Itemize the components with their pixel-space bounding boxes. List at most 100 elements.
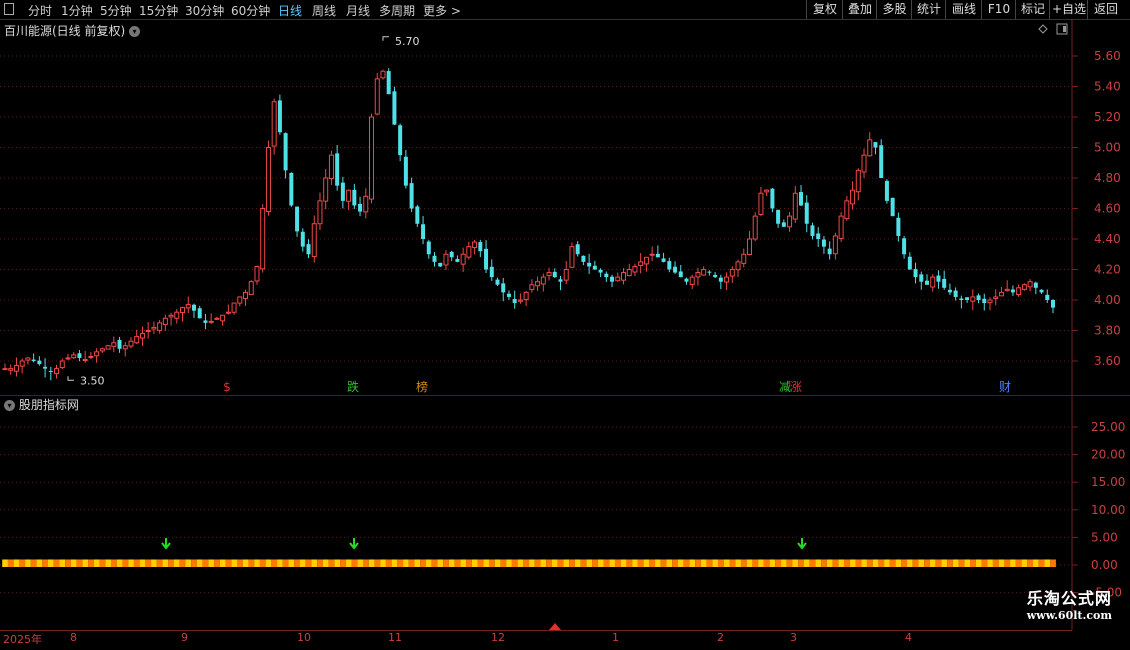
candle-body xyxy=(19,360,25,367)
candle-body xyxy=(982,298,987,304)
candle-body xyxy=(581,255,586,262)
indicator-tick-label: -5.00 xyxy=(1091,586,1122,600)
indicator-bar xyxy=(912,559,919,567)
event-marker[interactable]: 财 xyxy=(999,380,1011,394)
candle-body xyxy=(323,177,329,202)
tab-60min[interactable]: 60分钟 xyxy=(231,2,270,19)
indicator-bar xyxy=(1044,559,1051,567)
candle-body xyxy=(82,358,88,362)
candle-body xyxy=(271,101,277,147)
candle-body xyxy=(1016,287,1022,296)
multi-stock-button[interactable]: 多股 xyxy=(876,0,912,19)
indicator-bar xyxy=(351,559,358,567)
candle-body xyxy=(306,244,311,255)
tab-5min[interactable]: 5分钟 xyxy=(100,2,132,19)
indicator-bar xyxy=(13,559,20,567)
candle-body xyxy=(844,200,850,220)
indicator-bar xyxy=(19,559,26,567)
candle-body xyxy=(1033,282,1038,288)
indicator-bar xyxy=(700,559,707,567)
candle-body xyxy=(191,304,196,311)
candle-body xyxy=(369,116,375,200)
candle-body xyxy=(489,266,494,278)
tab-fenshi[interactable]: 分时 xyxy=(28,2,52,19)
candle-body xyxy=(512,299,517,304)
tab-30min[interactable]: 30分钟 xyxy=(185,2,224,19)
indicator-bar xyxy=(454,559,461,567)
candle-body xyxy=(426,241,431,255)
candle-body xyxy=(54,368,60,375)
candle-body xyxy=(265,147,271,212)
draw-line-button[interactable]: 画线 xyxy=(945,0,982,19)
candle-body xyxy=(289,172,294,206)
indicator-bar xyxy=(196,559,203,567)
indicator-bar xyxy=(59,559,66,567)
adjust-button[interactable]: 复权 xyxy=(806,0,843,19)
candle-body xyxy=(620,272,626,281)
indicator-bar xyxy=(477,559,484,567)
indicator-bar xyxy=(460,559,467,567)
indicator-bar xyxy=(1021,559,1028,567)
candlestick-chart[interactable]: 5.60 5.40 5.20 5.00 4.80 4.60 4.40 4.20 4.00 3.80… xyxy=(0,19,1130,395)
indicator-bar xyxy=(488,559,495,567)
indicator-bar xyxy=(116,559,123,567)
tab-more[interactable]: 更多 > xyxy=(423,2,461,19)
event-marker[interactable]: 榜 xyxy=(416,379,428,394)
candle-body xyxy=(587,262,592,267)
candle-body xyxy=(735,261,741,271)
indicator-bar xyxy=(202,559,209,567)
candle-body xyxy=(667,261,672,270)
indicator-bar xyxy=(683,559,690,567)
candle-body xyxy=(455,258,460,262)
date-label: 10 xyxy=(297,631,311,644)
candle-body xyxy=(689,276,695,285)
indicator-bars xyxy=(2,559,1056,567)
tab-multi-period[interactable]: 多周期 xyxy=(379,2,415,19)
indicator-bar xyxy=(236,559,243,567)
diamond-icon[interactable] xyxy=(1038,24,1048,34)
indicator-bar xyxy=(689,559,696,567)
candle-body xyxy=(615,276,621,282)
indicator-bar xyxy=(844,559,850,567)
f10-button[interactable]: F10 xyxy=(981,0,1016,19)
down-arrow-icon xyxy=(797,538,807,550)
candle-body xyxy=(902,238,907,255)
candle-body xyxy=(43,366,48,369)
menu-icon[interactable] xyxy=(4,3,14,15)
overlay-button[interactable]: 叠加 xyxy=(842,0,877,19)
indicator-bar xyxy=(655,559,661,567)
candle-body xyxy=(409,183,414,209)
add-watchlist-button[interactable]: +自选 xyxy=(1049,0,1088,19)
tab-15min[interactable]: 15分钟 xyxy=(139,2,178,19)
indicator-bar xyxy=(534,559,541,567)
indicator-chart[interactable]: 25.00 20.00 15.00 10.00 5.00 0.00 -5.00 xyxy=(0,396,1130,630)
candle-body xyxy=(724,276,730,283)
indicator-bar xyxy=(895,559,902,567)
period-toolbar: 分时 1分钟 5分钟 15分钟 30分钟 60分钟 日线 周线 月线 多周期 更… xyxy=(0,0,1130,20)
event-marker[interactable]: $ xyxy=(223,380,231,394)
date-label: 2025年 xyxy=(3,633,42,646)
tab-1min[interactable]: 1分钟 xyxy=(61,2,93,19)
candle-body xyxy=(352,189,357,206)
price-tick-label: 5.20 xyxy=(1094,110,1121,124)
candle-body xyxy=(861,154,867,173)
indicator-bar xyxy=(443,559,449,567)
event-marker[interactable]: 跌 xyxy=(347,379,359,394)
stats-button[interactable]: 统计 xyxy=(911,0,946,19)
tab-monthly[interactable]: 月线 xyxy=(346,2,370,19)
price-tick-label: 3.60 xyxy=(1094,354,1121,368)
indicator-bar xyxy=(614,559,621,567)
event-marker[interactable]: 涨 xyxy=(790,379,802,394)
candle-body xyxy=(122,345,128,350)
indicator-bar xyxy=(592,559,598,567)
indicator-bar xyxy=(145,559,152,567)
indicator-bar xyxy=(42,559,49,567)
tab-daily[interactable]: 日线 xyxy=(278,2,302,19)
indicator-bar xyxy=(523,559,530,567)
indicator-bar xyxy=(792,559,799,567)
candle-body xyxy=(48,370,53,372)
indicator-bar xyxy=(964,559,971,567)
mark-button[interactable]: 标记 xyxy=(1015,0,1050,19)
back-button[interactable]: 返回 xyxy=(1087,0,1124,19)
tab-weekly[interactable]: 周线 xyxy=(312,2,336,19)
